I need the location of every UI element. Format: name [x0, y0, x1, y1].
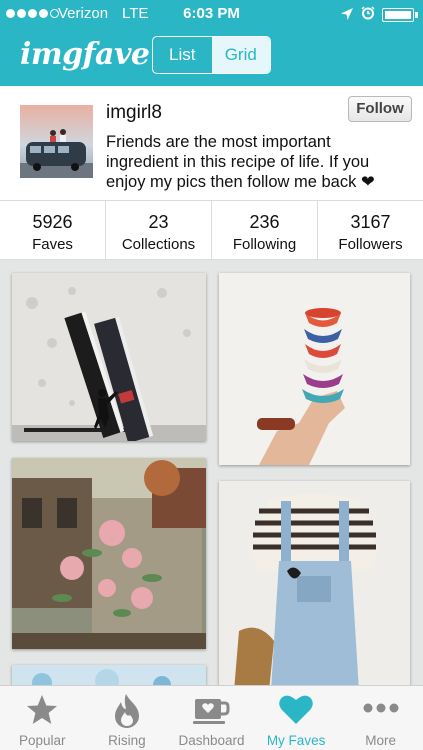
stat-faves[interactable]: 5926 Faves	[0, 201, 106, 259]
top-bar: Verizon LTE 6:03 PM imgfave List Grid	[0, 0, 423, 86]
stat-value: 3167	[350, 212, 391, 232]
tab-popular[interactable]: Popular	[0, 686, 85, 750]
stat-following[interactable]: 236 Following	[212, 201, 318, 259]
tab-label: More	[365, 733, 397, 748]
tab-rising[interactable]: Rising	[85, 686, 170, 750]
alarm-icon	[361, 6, 375, 20]
tab-label: Popular	[19, 733, 66, 748]
mug-heart-icon	[193, 699, 230, 724]
status-time: 6:03 PM	[183, 5, 240, 22]
profile-username[interactable]: imgirl8	[106, 102, 162, 124]
location-icon	[341, 8, 353, 20]
star-icon	[27, 695, 58, 724]
tab-my-faves[interactable]: My Faves	[254, 686, 339, 750]
app-logo: imgfave	[20, 37, 150, 72]
view-toggle: List Grid	[152, 36, 271, 74]
view-toggle-list[interactable]: List	[153, 37, 212, 73]
profile-bio: Friends are the most important ingredien…	[106, 133, 375, 191]
more-dots-icon	[363, 703, 399, 713]
profile-stats: 5926 Faves 23 Collections 236 Following …	[0, 200, 423, 260]
stat-label: Faves	[32, 236, 73, 253]
grid-photo[interactable]	[219, 481, 410, 685]
stat-value: 236	[249, 212, 280, 232]
stat-followers[interactable]: 3167 Followers	[318, 201, 423, 259]
tab-label: Dashboard	[178, 733, 245, 748]
follow-button[interactable]: Follow	[348, 96, 412, 122]
tab-bar: Popular Rising Dashboard My Faves More	[0, 685, 423, 750]
tab-more[interactable]: More	[338, 686, 423, 750]
stat-label: Following	[232, 236, 297, 253]
profile-header: imgirl8 Follow Friends are the most impo…	[0, 86, 423, 200]
grid-photo[interactable]	[12, 273, 206, 441]
grid-photo[interactable]	[12, 665, 206, 685]
stat-value: 5926	[32, 212, 73, 232]
view-toggle-grid[interactable]: Grid	[211, 37, 270, 73]
avatar[interactable]	[20, 105, 93, 178]
heart-icon	[279, 695, 313, 724]
grid-photo[interactable]	[12, 458, 206, 649]
stat-collections[interactable]: 23 Collections	[106, 201, 212, 259]
tab-label: Rising	[108, 733, 146, 748]
faves-grid	[0, 261, 423, 685]
tab-dashboard[interactable]: Dashboard	[169, 686, 254, 750]
flame-icon	[114, 694, 139, 728]
stat-value: 23	[148, 212, 169, 232]
stat-label: Collections	[121, 236, 196, 253]
grid-photo[interactable]	[219, 273, 410, 465]
stat-label: Followers	[338, 236, 403, 253]
battery-icon	[382, 8, 418, 22]
tab-label: My Faves	[266, 733, 326, 748]
status-bar: Verizon LTE 6:03 PM	[0, 0, 423, 28]
